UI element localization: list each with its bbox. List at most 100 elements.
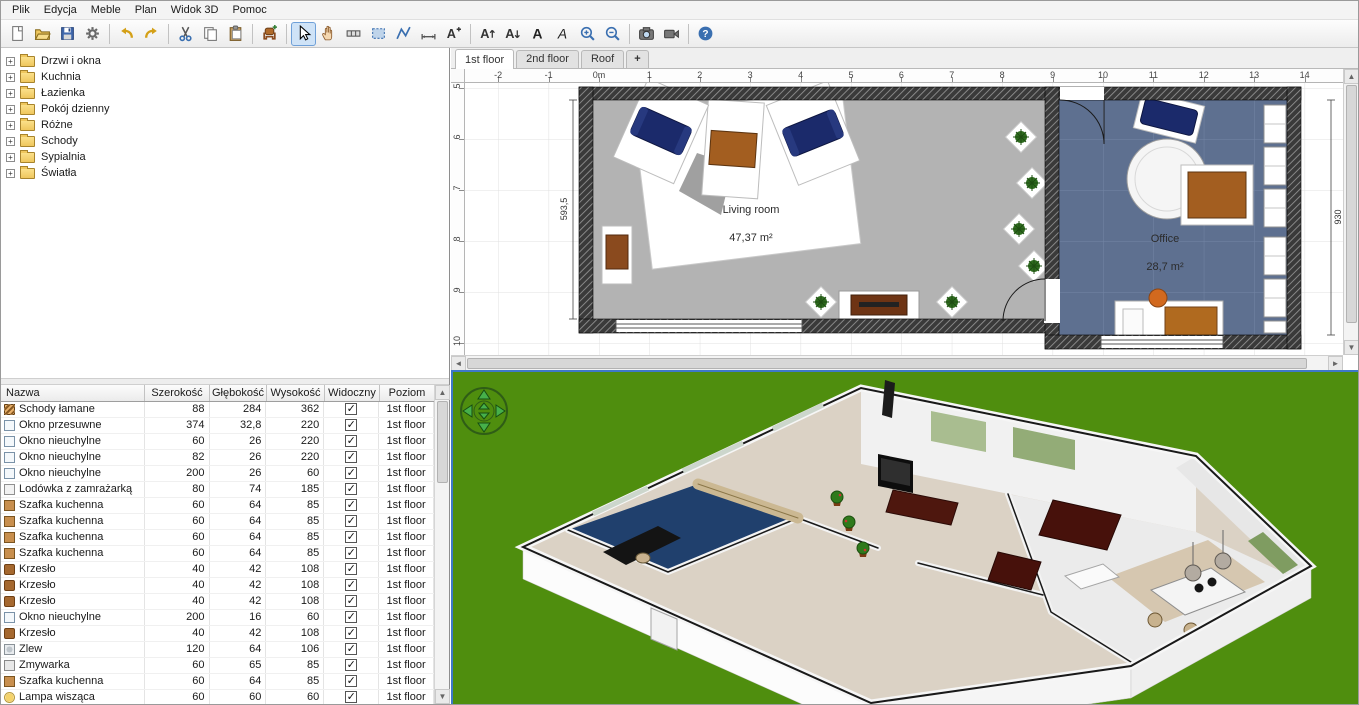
tree-item-schody[interactable]: + Schody <box>1 133 449 149</box>
help-button[interactable]: ? <box>693 22 718 46</box>
visible-checkbox[interactable]: ✓ <box>345 531 358 543</box>
furniture-row[interactable]: Szafka kuchenna 60 64 85 ✓ 1st floor <box>1 674 434 690</box>
column-header-poziom[interactable]: Poziom <box>380 385 435 401</box>
furniture-row[interactable]: Okno nieuchylne 200 16 60 ✓ 1st floor <box>1 610 434 626</box>
tree-item-pok-j-dzienny[interactable]: + Pokój dzienny <box>1 101 449 117</box>
visible-checkbox[interactable]: ✓ <box>345 643 358 655</box>
undo-button[interactable] <box>114 22 139 46</box>
paste-button[interactable] <box>223 22 248 46</box>
expand-icon[interactable]: + <box>6 136 15 146</box>
visible-checkbox[interactable]: ✓ <box>345 675 358 687</box>
video-button[interactable] <box>659 22 684 46</box>
visible-checkbox[interactable]: ✓ <box>345 483 358 495</box>
scrollbar-thumb[interactable] <box>467 358 1307 369</box>
visible-checkbox[interactable]: ✓ <box>345 435 358 447</box>
plan-canvas[interactable]: 593,5 930 Living room 47,37 m² Office 28… <box>465 83 1345 355</box>
bold-button[interactable]: A <box>525 22 550 46</box>
furniture-table-scrollbar[interactable]: ▲ ▼ <box>434 385 450 704</box>
text-smaller-button[interactable]: A <box>500 22 525 46</box>
furniture-row[interactable]: Krzesło 40 42 108 ✓ 1st floor <box>1 626 434 642</box>
copy-button[interactable] <box>198 22 223 46</box>
cabinet-icon[interactable] <box>601 225 633 285</box>
save-button[interactable] <box>55 22 80 46</box>
zoom-in-button[interactable] <box>575 22 600 46</box>
italic-button[interactable]: A <box>550 22 575 46</box>
visible-checkbox[interactable]: ✓ <box>345 595 358 607</box>
menu-widok-3d[interactable]: Widok 3D <box>164 3 226 17</box>
scroll-right-arrow-icon[interactable]: ► <box>1328 356 1343 371</box>
scroll-left-arrow-icon[interactable]: ◄ <box>451 356 466 371</box>
visible-checkbox[interactable]: ✓ <box>345 691 358 703</box>
tree-item-azienka[interactable]: + Łazienka <box>1 85 449 101</box>
furniture-row[interactable]: Okno przesuwne 374 32,8 220 ✓ 1st floor <box>1 418 434 434</box>
furniture-row[interactable]: Szafka kuchenna 60 64 85 ✓ 1st floor <box>1 514 434 530</box>
visible-checkbox[interactable]: ✓ <box>345 579 358 591</box>
visible-checkbox[interactable]: ✓ <box>345 627 358 639</box>
menu-meble[interactable]: Meble <box>84 3 128 17</box>
visible-checkbox[interactable]: ✓ <box>345 515 358 527</box>
floor-plan-svg[interactable]: 593,5 930 Living room 47,37 m² Office 28… <box>465 83 1345 355</box>
expand-icon[interactable]: + <box>6 88 15 98</box>
add-level-tab[interactable]: + <box>626 50 649 68</box>
furniture-row[interactable]: Lodówka z zamrażarką 80 74 185 ✓ 1st floor <box>1 482 434 498</box>
furniture-row[interactable]: Szafka kuchenna 60 64 85 ✓ 1st floor <box>1 530 434 546</box>
zoom-out-button[interactable] <box>600 22 625 46</box>
create-walls-button[interactable] <box>341 22 366 46</box>
photo-button[interactable] <box>634 22 659 46</box>
new-button[interactable] <box>5 22 30 46</box>
furniture-row[interactable]: Krzesło 40 42 108 ✓ 1st floor <box>1 578 434 594</box>
tree-item-sypialnia[interactable]: + Sypialnia <box>1 149 449 165</box>
tab-2nd-floor[interactable]: 2nd floor <box>516 50 579 68</box>
furniture-row[interactable]: Okno nieuchylne 60 26 220 ✓ 1st floor <box>1 434 434 450</box>
visible-checkbox[interactable]: ✓ <box>345 419 358 431</box>
column-header-szeroko[interactable]: Szerokość <box>145 385 210 401</box>
create-rooms-button[interactable] <box>366 22 391 46</box>
plan-vertical-scrollbar[interactable]: ▲ ▼ <box>1343 69 1358 355</box>
scroll-up-arrow-icon[interactable]: ▲ <box>435 385 450 400</box>
pan-button[interactable] <box>316 22 341 46</box>
scroll-down-arrow-icon[interactable]: ▼ <box>1344 340 1358 355</box>
column-header-nazwa[interactable]: Nazwa <box>1 385 145 401</box>
tree-item-kuchnia[interactable]: + Kuchnia <box>1 69 449 85</box>
visible-checkbox[interactable]: ✓ <box>345 451 358 463</box>
expand-icon[interactable]: + <box>6 152 15 162</box>
visible-checkbox[interactable]: ✓ <box>345 659 358 671</box>
furniture-row[interactable]: Szafka kuchenna 60 64 85 ✓ 1st floor <box>1 546 434 562</box>
furniture-row[interactable]: Zlew 120 64 106 ✓ 1st floor <box>1 642 434 658</box>
tab-1st-floor[interactable]: 1st floor <box>455 49 515 69</box>
visible-checkbox[interactable]: ✓ <box>345 563 358 575</box>
visible-checkbox[interactable]: ✓ <box>345 467 358 479</box>
expand-icon[interactable]: + <box>6 104 15 114</box>
menu-edycja[interactable]: Edycja <box>37 3 84 17</box>
furniture-row[interactable]: Okno nieuchylne 200 26 60 ✓ 1st floor <box>1 466 434 482</box>
office-table-icon[interactable] <box>1180 164 1254 226</box>
furniture-row[interactable]: Schody łamane 88 284 362 ✓ 1st floor <box>1 402 434 418</box>
create-polylines-button[interactable] <box>391 22 416 46</box>
expand-icon[interactable]: + <box>6 56 15 66</box>
furniture-row[interactable]: Szafka kuchenna 60 64 85 ✓ 1st floor <box>1 498 434 514</box>
tab-roof[interactable]: Roof <box>580 50 625 68</box>
tv-bench-icon[interactable] <box>838 290 920 320</box>
column-header-g-boko[interactable]: Głębokość <box>210 385 267 401</box>
expand-icon[interactable]: + <box>6 168 15 178</box>
menu-plik[interactable]: Plik <box>5 3 37 17</box>
scroll-down-arrow-icon[interactable]: ▼ <box>435 689 450 704</box>
open-button[interactable] <box>30 22 55 46</box>
text-larger-button[interactable]: A <box>475 22 500 46</box>
expand-icon[interactable]: + <box>6 72 15 82</box>
scrollbar-thumb[interactable] <box>437 401 448 483</box>
furniture-row[interactable]: Krzesło 40 42 108 ✓ 1st floor <box>1 594 434 610</box>
office-bookshelves[interactable] <box>1263 104 1287 334</box>
plan-horizontal-scrollbar[interactable]: ◄ ► <box>451 355 1343 371</box>
scroll-up-arrow-icon[interactable]: ▲ <box>1344 69 1358 84</box>
redo-button[interactable] <box>139 22 164 46</box>
furniture-row[interactable]: Okno nieuchylne 82 26 220 ✓ 1st floor <box>1 450 434 466</box>
visible-checkbox[interactable]: ✓ <box>345 547 358 559</box>
view-3d-canvas[interactable] <box>453 372 1358 704</box>
preferences-button[interactable] <box>80 22 105 46</box>
add-text-button[interactable]: A <box>441 22 466 46</box>
3d-view-panel[interactable] <box>451 370 1358 704</box>
furniture-row[interactable]: Lampa wisząca 60 60 60 ✓ 1st floor <box>1 690 434 704</box>
tree-item-drzwi-i-okna[interactable]: + Drzwi i okna <box>1 53 449 69</box>
visible-checkbox[interactable]: ✓ <box>345 403 358 415</box>
